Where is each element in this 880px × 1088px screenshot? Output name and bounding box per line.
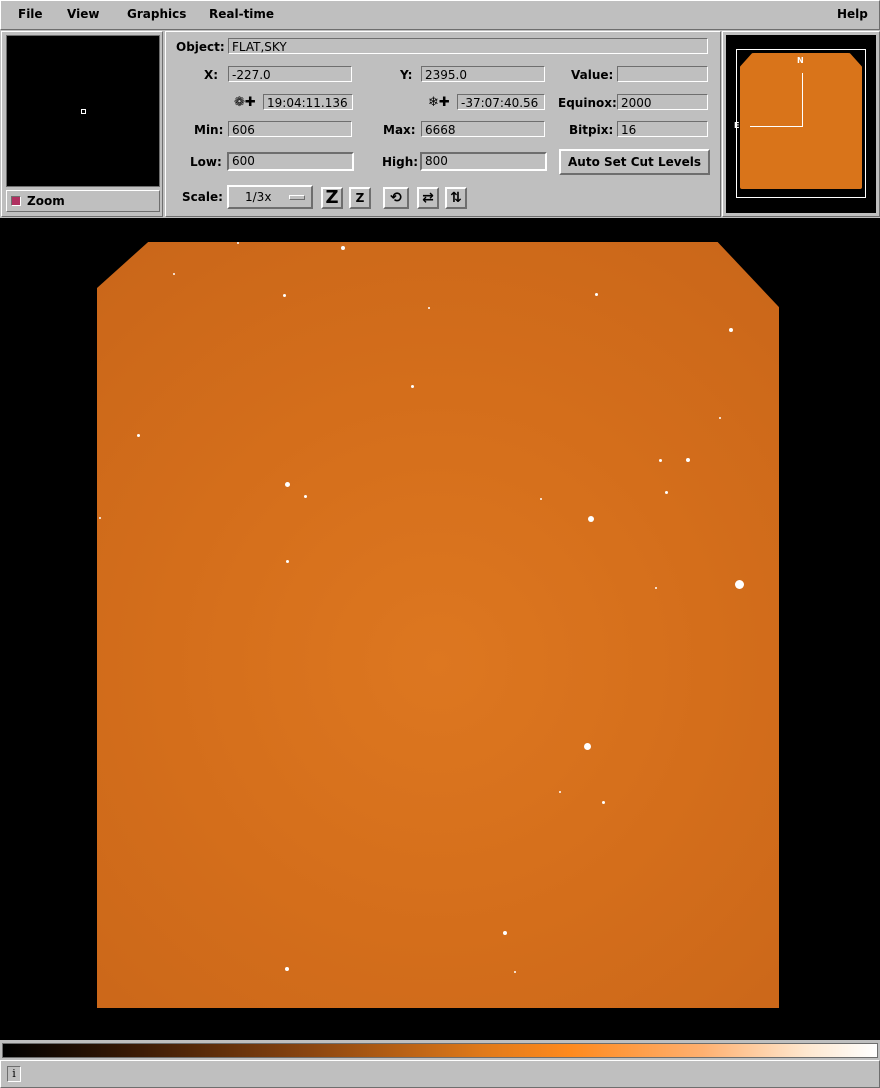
compass-east-line bbox=[750, 126, 803, 127]
max-label: Max: bbox=[383, 123, 416, 137]
object-label: Object: bbox=[176, 40, 225, 54]
status-bar: i bbox=[0, 1060, 880, 1088]
star bbox=[686, 458, 690, 462]
star bbox=[285, 967, 289, 971]
menu-realtime[interactable]: Real-time bbox=[209, 7, 274, 21]
scale-menu[interactable]: 1/3x bbox=[227, 185, 313, 209]
compass-north-label: N bbox=[797, 56, 804, 65]
zoom-toggle[interactable]: Zoom bbox=[6, 190, 160, 212]
star bbox=[559, 791, 561, 793]
star bbox=[658, 458, 662, 462]
star bbox=[284, 481, 290, 487]
ra-icon: ❁✚ bbox=[234, 95, 256, 110]
value-field bbox=[617, 66, 708, 82]
star bbox=[540, 498, 542, 500]
star bbox=[428, 307, 430, 309]
star bbox=[514, 971, 516, 973]
dec-field: -37:07:40.56 bbox=[457, 94, 545, 110]
star bbox=[303, 494, 307, 498]
menu-help[interactable]: Help bbox=[837, 7, 868, 21]
zoom-in-icon: Z bbox=[355, 191, 365, 205]
compass-north-line bbox=[802, 73, 803, 127]
equinox-field: 2000 bbox=[617, 94, 708, 110]
image-display[interactable] bbox=[0, 218, 880, 1040]
star bbox=[664, 490, 668, 494]
option-menu-indicator-icon bbox=[289, 195, 305, 200]
star bbox=[282, 293, 286, 297]
star bbox=[136, 433, 140, 437]
pan-frame[interactable] bbox=[736, 49, 866, 198]
x-label: X: bbox=[204, 68, 219, 82]
star bbox=[655, 587, 657, 589]
x-field: -227.0 bbox=[228, 66, 352, 82]
menu-view[interactable]: View bbox=[67, 7, 99, 21]
pan-panel: N E bbox=[722, 31, 880, 217]
sky-image bbox=[97, 242, 779, 1008]
flip-x-icon: ⇄ bbox=[422, 190, 434, 206]
high-input[interactable]: 800 bbox=[420, 152, 547, 171]
zoom-view[interactable] bbox=[6, 35, 160, 187]
star bbox=[588, 516, 594, 522]
star bbox=[601, 800, 605, 804]
min-label: Min: bbox=[194, 123, 224, 137]
flip-y-icon: ⇅ bbox=[450, 190, 462, 206]
info-panel: Object: FLAT,SKY X: -227.0 Y: 2395.0 Val… bbox=[165, 31, 721, 217]
y-field: 2395.0 bbox=[421, 66, 545, 82]
star bbox=[594, 292, 598, 296]
flip-x-button[interactable]: ⇄ bbox=[417, 187, 439, 209]
high-label: High: bbox=[382, 155, 419, 169]
rotate-icon: ⟲ bbox=[390, 190, 402, 206]
menu-file[interactable]: File bbox=[18, 7, 43, 21]
rotate-button[interactable]: ⟲ bbox=[383, 187, 409, 209]
zoom-cursor bbox=[81, 109, 86, 114]
star bbox=[410, 384, 414, 388]
star bbox=[99, 517, 101, 519]
y-label: Y: bbox=[400, 68, 413, 82]
star bbox=[583, 742, 591, 750]
zoom-out-icon: Z bbox=[325, 187, 339, 208]
star bbox=[173, 273, 175, 275]
low-input[interactable]: 600 bbox=[227, 152, 354, 171]
ra-field: 19:04:11.136 bbox=[263, 94, 353, 110]
flip-y-button[interactable]: ⇅ bbox=[445, 187, 467, 209]
star bbox=[719, 417, 721, 419]
scale-value: 1/3x bbox=[245, 190, 272, 204]
star bbox=[237, 242, 239, 244]
low-label: Low: bbox=[190, 155, 222, 169]
zoom-in-button[interactable]: Z bbox=[349, 187, 371, 209]
info-icon[interactable]: i bbox=[7, 1066, 21, 1082]
object-field: FLAT,SKY bbox=[228, 38, 708, 54]
equinox-label: Equinox: bbox=[558, 96, 617, 110]
zoom-checkbox[interactable] bbox=[11, 196, 21, 206]
colorbar[interactable] bbox=[2, 1043, 878, 1058]
star bbox=[729, 328, 733, 332]
menu-graphics[interactable]: Graphics bbox=[127, 7, 186, 21]
zoom-out-button[interactable]: Z bbox=[321, 187, 343, 209]
compass-east-label: E bbox=[734, 121, 740, 130]
value-label: Value: bbox=[571, 68, 614, 82]
zoom-label: Zoom bbox=[27, 194, 65, 208]
auto-set-cut-levels-button[interactable]: Auto Set Cut Levels bbox=[559, 149, 710, 175]
bitpix-field: 16 bbox=[617, 121, 708, 137]
dec-icon: ❄✚ bbox=[428, 95, 450, 110]
menu-bar: File View Graphics Real-time Help bbox=[0, 0, 880, 30]
star bbox=[285, 559, 289, 563]
zoom-panel: Zoom bbox=[1, 31, 163, 217]
scale-label: Scale: bbox=[182, 190, 223, 204]
min-field: 606 bbox=[228, 121, 352, 137]
star bbox=[341, 246, 345, 250]
pan-view[interactable]: N E bbox=[726, 35, 876, 213]
star bbox=[503, 931, 507, 935]
star bbox=[734, 579, 744, 589]
max-field: 6668 bbox=[421, 121, 545, 137]
bitpix-label: Bitpix: bbox=[569, 123, 614, 137]
